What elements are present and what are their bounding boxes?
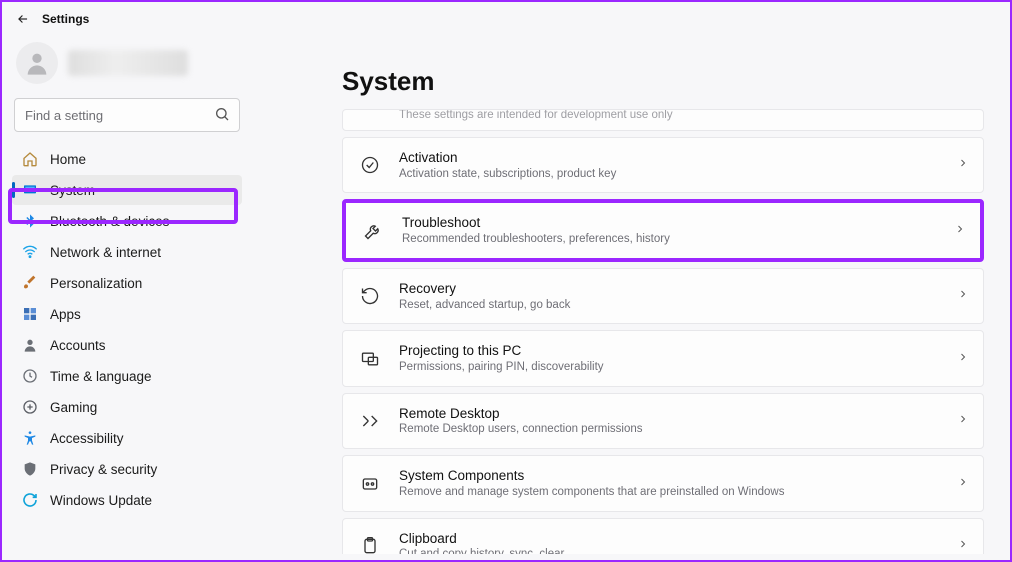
accessibility-icon xyxy=(22,430,38,446)
card-sub: Permissions, pairing PIN, discoverabilit… xyxy=(399,360,604,375)
card-title: Troubleshoot xyxy=(402,214,670,232)
clock-icon xyxy=(22,368,38,384)
nav-apps[interactable]: Apps xyxy=(12,299,242,329)
card-remote-desktop[interactable]: Remote Desktop Remote Desktop users, con… xyxy=(342,393,984,449)
account-block[interactable] xyxy=(12,36,242,98)
back-button[interactable] xyxy=(16,12,30,26)
components-icon xyxy=(359,473,381,495)
settings-card-list: These settings are intended for developm… xyxy=(342,109,984,554)
card-sub: Recommended troubleshooters, preferences… xyxy=(402,232,670,247)
nav-privacy[interactable]: Privacy & security xyxy=(12,454,242,484)
chevron-right-icon xyxy=(957,287,969,305)
card-title: Clipboard xyxy=(399,530,564,548)
system-icon xyxy=(22,182,38,198)
content-area: System These settings are intended for d… xyxy=(252,30,1010,554)
nav-gaming[interactable]: Gaming xyxy=(12,392,242,422)
bluetooth-icon xyxy=(22,213,38,229)
card-clipboard[interactable]: Clipboard Cut and copy history, sync, cl… xyxy=(342,518,984,554)
chevron-right-icon xyxy=(957,350,969,368)
update-icon xyxy=(22,492,38,508)
card-title: System Components xyxy=(399,467,784,485)
chevron-right-icon xyxy=(957,156,969,174)
account-name-redacted xyxy=(68,50,188,76)
chevron-right-icon xyxy=(957,475,969,493)
nav-label: Home xyxy=(50,152,86,167)
nav-label: Windows Update xyxy=(50,493,152,508)
search-box[interactable] xyxy=(14,98,240,132)
check-circle-icon xyxy=(359,154,381,176)
card-activation[interactable]: Activation Activation state, subscriptio… xyxy=(342,137,984,193)
person-icon xyxy=(22,337,38,353)
search-icon xyxy=(214,106,230,127)
nav-list: Home System Bluetooth & devices Network … xyxy=(12,144,242,515)
card-system-components[interactable]: System Components Remove and manage syst… xyxy=(342,455,984,511)
nav-label: Personalization xyxy=(50,276,142,291)
card-sub: Reset, advanced startup, go back xyxy=(399,298,570,313)
card-sub: Cut and copy history, sync, clear xyxy=(399,547,564,554)
nav-label: Accessibility xyxy=(50,431,124,446)
nav-time-language[interactable]: Time & language xyxy=(12,361,242,391)
app-title: Settings xyxy=(42,12,89,26)
chevron-right-icon xyxy=(957,537,969,554)
remote-desktop-icon xyxy=(359,410,381,432)
wifi-icon xyxy=(22,244,38,260)
avatar xyxy=(16,42,58,84)
nav-accessibility[interactable]: Accessibility xyxy=(12,423,242,453)
apps-icon xyxy=(22,306,38,322)
nav-system[interactable]: System xyxy=(12,175,242,205)
card-title: Projecting to this PC xyxy=(399,342,604,360)
nav-label: System xyxy=(50,183,95,198)
nav-bluetooth[interactable]: Bluetooth & devices xyxy=(12,206,242,236)
card-recovery[interactable]: Recovery Reset, advanced startup, go bac… xyxy=(342,268,984,324)
nav-label: Network & internet xyxy=(50,245,161,260)
card-projecting[interactable]: Projecting to this PC Permissions, pairi… xyxy=(342,330,984,386)
card-for-developers-cut[interactable]: These settings are intended for developm… xyxy=(342,109,984,131)
nav-label: Privacy & security xyxy=(50,462,157,477)
nav-label: Apps xyxy=(50,307,81,322)
projecting-icon xyxy=(359,348,381,370)
chevron-right-icon xyxy=(954,222,966,240)
nav-label: Gaming xyxy=(50,400,97,415)
nav-personalization[interactable]: Personalization xyxy=(12,268,242,298)
nav-home[interactable]: Home xyxy=(12,144,242,174)
nav-label: Bluetooth & devices xyxy=(50,214,169,229)
chevron-right-icon xyxy=(957,412,969,430)
home-icon xyxy=(22,151,38,167)
nav-windows-update[interactable]: Windows Update xyxy=(12,485,242,515)
card-troubleshoot[interactable]: Troubleshoot Recommended troubleshooters… xyxy=(342,199,984,261)
wrench-icon xyxy=(362,220,384,242)
shield-icon xyxy=(22,461,38,477)
sidebar: Home System Bluetooth & devices Network … xyxy=(2,30,252,554)
card-sub: Remove and manage system components that… xyxy=(399,485,784,500)
recovery-icon xyxy=(359,285,381,307)
card-title: Recovery xyxy=(399,280,570,298)
nav-network[interactable]: Network & internet xyxy=(12,237,242,267)
search-input[interactable] xyxy=(14,98,240,132)
card-sub: Activation state, subscriptions, product… xyxy=(399,167,616,182)
card-title: Activation xyxy=(399,149,616,167)
nav-accounts[interactable]: Accounts xyxy=(12,330,242,360)
nav-label: Time & language xyxy=(50,369,152,384)
clipboard-icon xyxy=(359,535,381,554)
card-title: Remote Desktop xyxy=(399,405,643,423)
card-sub: These settings are intended for developm… xyxy=(359,109,673,121)
card-sub: Remote Desktop users, connection permiss… xyxy=(399,422,643,437)
page-title: System xyxy=(342,66,984,97)
gaming-icon xyxy=(22,399,38,415)
nav-label: Accounts xyxy=(50,338,106,353)
brush-icon xyxy=(22,275,38,291)
